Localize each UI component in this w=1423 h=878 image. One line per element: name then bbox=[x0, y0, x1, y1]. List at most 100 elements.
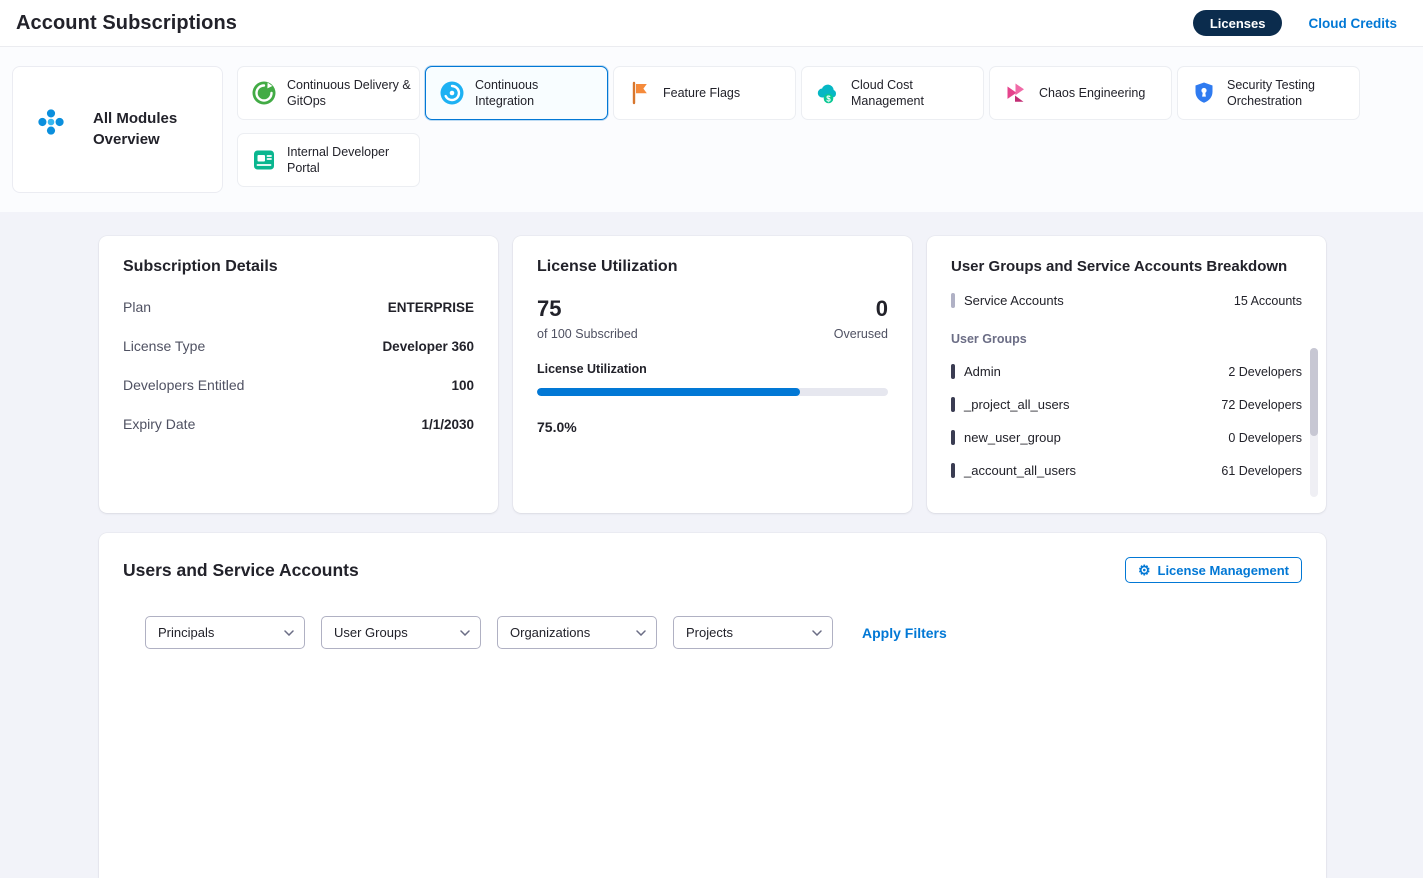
subscription-row-label: License Type bbox=[123, 338, 205, 354]
breakdown-title: User Groups and Service Accounts Breakdo… bbox=[951, 258, 1302, 275]
user-group-value: 0 Developers bbox=[1228, 431, 1302, 445]
overused-caption: Overused bbox=[834, 327, 888, 341]
user-group-row: _project_all_users 72 Developers bbox=[951, 397, 1302, 412]
service-accounts-icon bbox=[951, 293, 955, 308]
cloud-cost-management-icon: $ bbox=[814, 79, 842, 107]
users-and-service-accounts-card: Users and Service Accounts ⚙ License Man… bbox=[99, 533, 1326, 878]
filters-row: Principals User Groups Organizations Pro… bbox=[145, 616, 1302, 649]
overused-count: 0 bbox=[834, 296, 888, 322]
subscription-details-title: Subscription Details bbox=[123, 258, 474, 276]
harness-logo-icon bbox=[37, 108, 81, 152]
chevron-down-icon bbox=[812, 630, 822, 636]
scrollbar-thumb[interactable] bbox=[1310, 348, 1318, 436]
subscribed-stat: 75 of 100 Subscribed bbox=[537, 296, 638, 341]
summary-cards-row: Subscription Details Plan ENTERPRISE Lic… bbox=[99, 236, 1326, 513]
users-card-header: Users and Service Accounts ⚙ License Man… bbox=[123, 557, 1302, 583]
continuous-delivery-icon bbox=[250, 79, 278, 107]
module-label: Continuous Delivery & GitOps bbox=[287, 77, 411, 110]
module-label: Continuous Integration bbox=[475, 77, 599, 110]
service-accounts-row: Service Accounts 15 Accounts bbox=[951, 293, 1302, 308]
modules-grid: Continuous Delivery & GitOps Continuous … bbox=[237, 66, 1371, 187]
header-actions: Licenses Cloud Credits bbox=[1193, 10, 1397, 36]
utilization-progress-bar bbox=[537, 388, 888, 396]
subscription-row-value: 100 bbox=[451, 378, 474, 393]
apply-filters-link[interactable]: Apply Filters bbox=[862, 625, 947, 641]
subscription-row: Plan ENTERPRISE bbox=[123, 299, 474, 315]
internal-developer-portal-icon bbox=[250, 146, 278, 174]
subscription-row-label: Developers Entitled bbox=[123, 377, 244, 393]
module-label: Security Testing Orchestration bbox=[1227, 77, 1351, 110]
page-header: Account Subscriptions Licenses Cloud Cre… bbox=[0, 0, 1423, 47]
subscription-row: Developers Entitled 100 bbox=[123, 377, 474, 393]
user-groups-filter-select[interactable]: User Groups bbox=[321, 616, 481, 649]
users-card-title: Users and Service Accounts bbox=[123, 560, 359, 581]
module-label: Cloud Cost Management bbox=[851, 77, 975, 110]
subscription-row-value: 1/1/2030 bbox=[421, 417, 474, 432]
user-group-name: _project_all_users bbox=[964, 397, 1070, 412]
projects-filter-label: Projects bbox=[686, 625, 733, 640]
utilization-bar-label: License Utilization bbox=[537, 362, 888, 376]
user-group-row: Admin 2 Developers bbox=[951, 364, 1302, 379]
chevron-down-icon bbox=[284, 630, 294, 636]
module-card-security-testing-orchestration[interactable]: Security Testing Orchestration bbox=[1177, 66, 1360, 120]
page-title: Account Subscriptions bbox=[16, 12, 237, 35]
user-group-name: new_user_group bbox=[964, 430, 1061, 445]
utilization-stats: 75 of 100 Subscribed 0 Overused bbox=[537, 296, 888, 341]
security-testing-orchestration-icon bbox=[1190, 79, 1218, 107]
breakdown-card: User Groups and Service Accounts Breakdo… bbox=[927, 236, 1326, 513]
all-modules-overview-label: All Modules Overview bbox=[93, 109, 181, 150]
subscription-row-value: Developer 360 bbox=[382, 339, 474, 354]
module-card-continuous-integration[interactable]: Continuous Integration bbox=[425, 66, 608, 120]
chevron-down-icon bbox=[636, 630, 646, 636]
module-card-cloud-cost-management[interactable]: $ Cloud Cost Management bbox=[801, 66, 984, 120]
subscription-row-label: Plan bbox=[123, 299, 151, 315]
module-card-feature-flags[interactable]: Feature Flags bbox=[613, 66, 796, 120]
gear-icon: ⚙ bbox=[1138, 563, 1151, 577]
module-label: Internal Developer Portal bbox=[287, 144, 411, 177]
projects-filter-select[interactable]: Projects bbox=[673, 616, 833, 649]
subscription-row: Expiry Date 1/1/2030 bbox=[123, 416, 474, 432]
user-group-icon bbox=[951, 364, 955, 379]
utilization-percent: 75.0% bbox=[537, 419, 888, 435]
user-group-name: _account_all_users bbox=[964, 463, 1076, 478]
subscription-row: License Type Developer 360 bbox=[123, 338, 474, 354]
organizations-filter-select[interactable]: Organizations bbox=[497, 616, 657, 649]
overused-stat: 0 Overused bbox=[834, 296, 888, 341]
module-card-continuous-delivery[interactable]: Continuous Delivery & GitOps bbox=[237, 66, 420, 120]
user-group-value: 2 Developers bbox=[1228, 365, 1302, 379]
licenses-button[interactable]: Licenses bbox=[1193, 10, 1283, 36]
chaos-engineering-icon bbox=[1002, 79, 1030, 107]
modules-strip: All Modules Overview Continuous Delivery… bbox=[0, 47, 1423, 212]
subscription-row-value: ENTERPRISE bbox=[388, 300, 474, 315]
cloud-credits-link[interactable]: Cloud Credits bbox=[1308, 16, 1397, 31]
subscribed-count: 75 bbox=[537, 296, 638, 322]
svg-text:$: $ bbox=[826, 94, 831, 103]
scrollbar[interactable] bbox=[1310, 348, 1318, 497]
user-group-icon bbox=[951, 463, 955, 478]
module-card-internal-developer-portal[interactable]: Internal Developer Portal bbox=[237, 133, 420, 187]
main-content: Subscription Details Plan ENTERPRISE Lic… bbox=[0, 212, 1423, 666]
license-management-button[interactable]: ⚙ License Management bbox=[1125, 557, 1302, 583]
subscription-details-card: Subscription Details Plan ENTERPRISE Lic… bbox=[99, 236, 498, 513]
user-group-icon bbox=[951, 430, 955, 445]
feature-flags-icon bbox=[626, 79, 654, 107]
module-card-chaos-engineering[interactable]: Chaos Engineering bbox=[989, 66, 1172, 120]
user-group-value: 61 Developers bbox=[1221, 464, 1302, 478]
module-label: Feature Flags bbox=[663, 85, 740, 102]
user-group-value: 72 Developers bbox=[1221, 398, 1302, 412]
service-accounts-label: Service Accounts bbox=[964, 293, 1064, 308]
continuous-integration-icon bbox=[438, 79, 466, 107]
license-management-label: License Management bbox=[1158, 563, 1290, 578]
user-group-icon bbox=[951, 397, 955, 412]
user-group-name: Admin bbox=[964, 364, 1001, 379]
user-groups-filter-label: User Groups bbox=[334, 625, 408, 640]
all-modules-overview-card[interactable]: All Modules Overview bbox=[12, 66, 223, 193]
utilization-bar-fill bbox=[537, 388, 800, 396]
user-group-row: new_user_group 0 Developers bbox=[951, 430, 1302, 445]
principals-filter-select[interactable]: Principals bbox=[145, 616, 305, 649]
organizations-filter-label: Organizations bbox=[510, 625, 590, 640]
subscribed-caption: of 100 Subscribed bbox=[537, 327, 638, 341]
service-accounts-value: 15 Accounts bbox=[1234, 294, 1302, 308]
license-utilization-title: License Utilization bbox=[537, 258, 888, 276]
chevron-down-icon bbox=[460, 630, 470, 636]
